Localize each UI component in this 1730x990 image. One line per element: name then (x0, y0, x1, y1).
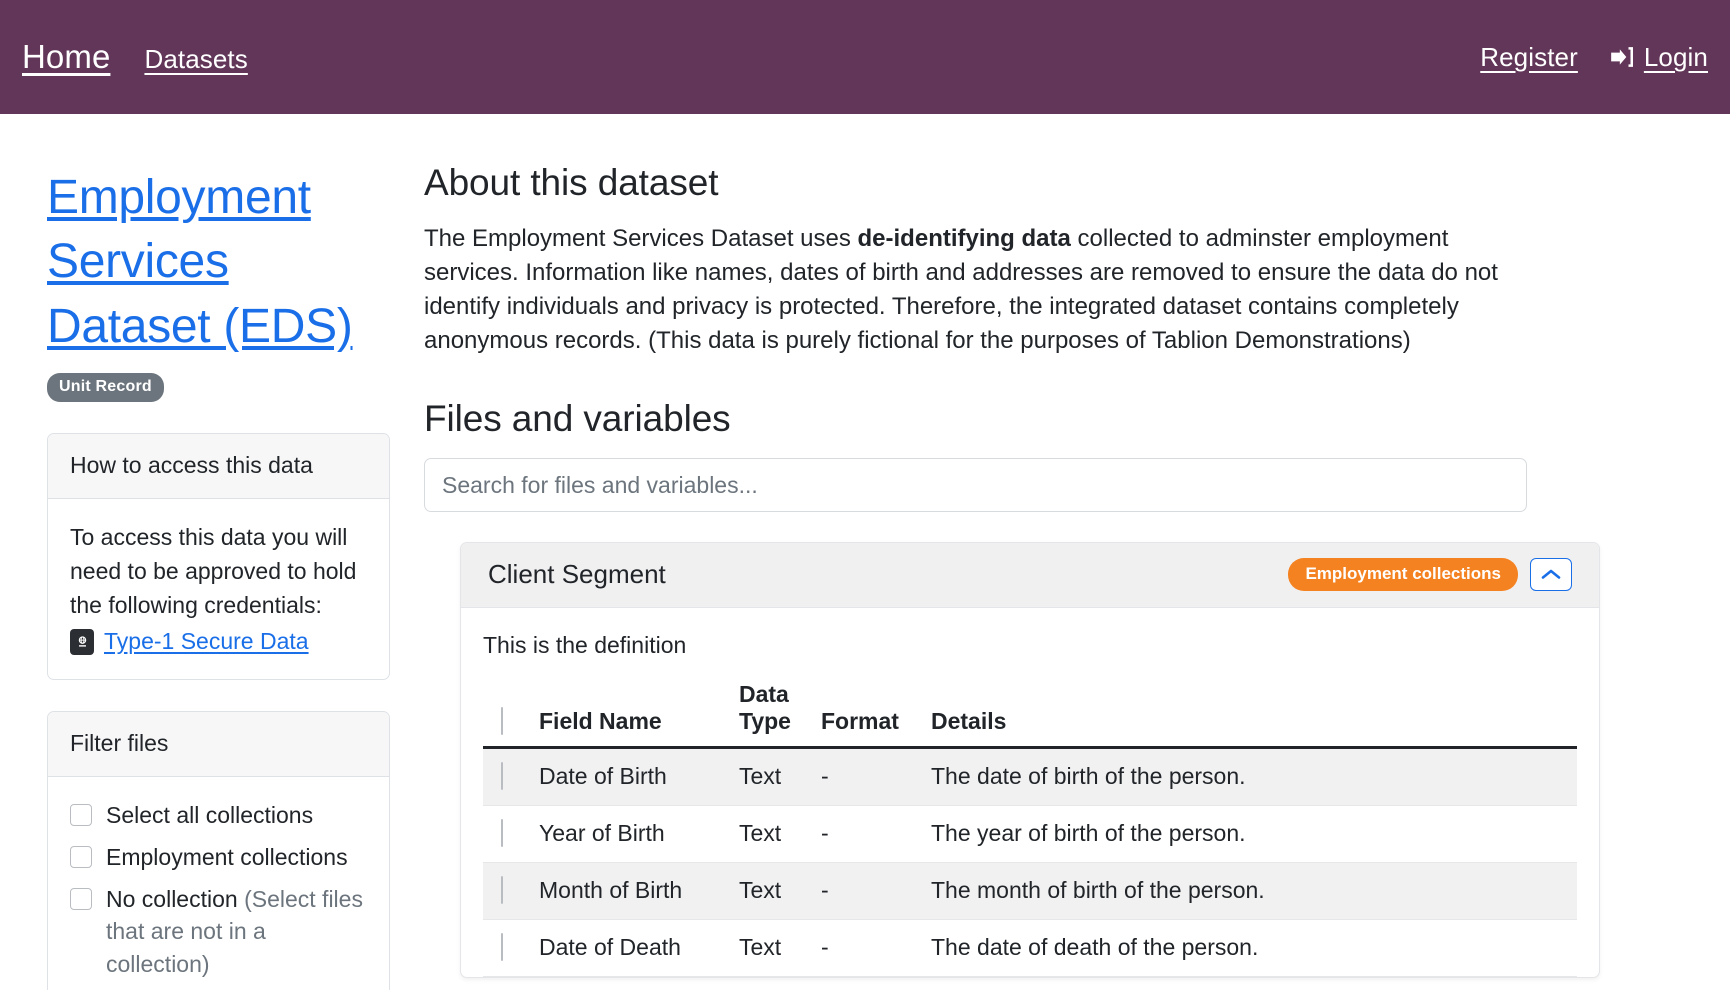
cell-data-type: Text (739, 805, 821, 863)
collection-badge: Employment collections (1288, 558, 1518, 592)
file-card-body: This is the definition Field Name Data T… (461, 608, 1599, 977)
checkbox-select-all-collections[interactable] (70, 804, 92, 827)
file-card-client-segment: Client Segment Employment collections Th… (460, 542, 1600, 978)
credential-row: Type-1 Secure Data (70, 628, 367, 655)
column-header-field-name: Field Name (539, 681, 739, 749)
nav-link-login-label: Login (1643, 41, 1708, 72)
variables-table: Field Name Data Type Format Details Date… (483, 681, 1577, 977)
how-to-access-header: How to access this data (48, 433, 389, 499)
cell-format: - (821, 919, 931, 977)
cell-field-name: Date of Birth (539, 747, 739, 806)
variables-table-body: Date of Birth Text - The date of birth o… (483, 747, 1577, 977)
how-to-access-card: How to access this data To access this d… (47, 432, 390, 681)
filter-option-label: No collection (106, 885, 238, 912)
column-header-data-type: Data Type (739, 681, 821, 749)
nav-link-login[interactable]: Login (1608, 42, 1708, 73)
table-row[interactable]: Date of Death Text - The date of death o… (483, 919, 1577, 977)
sidebar: Employment Services Dataset (EDS) Unit R… (0, 114, 424, 990)
filter-files-card: Filter files Select all collections Empl… (47, 711, 390, 990)
about-text-part1: The Employment Services Dataset uses (424, 225, 858, 252)
filter-option-label: Employment collections (106, 843, 348, 870)
file-card-header-actions: Employment collections (1288, 558, 1572, 592)
cell-data-type: Text (739, 862, 821, 920)
about-dataset-heading: About this dataset (424, 162, 719, 203)
cell-field-name: Year of Birth (539, 805, 739, 863)
checkbox-row[interactable] (501, 761, 503, 790)
how-to-access-body: To access this data you will need to be … (48, 499, 389, 679)
checkbox-row[interactable] (501, 932, 503, 961)
variables-table-head: Field Name Data Type Format Details (483, 681, 1577, 749)
search-input[interactable] (424, 458, 1527, 513)
row-select-cell (483, 862, 539, 920)
cell-details: The date of birth of the person. (931, 747, 1577, 806)
nav-link-datasets[interactable]: Datasets (144, 44, 247, 75)
filter-files-body: Select all collections Employment collec… (48, 777, 389, 990)
file-definition-text: This is the definition (483, 632, 687, 659)
file-card-header: Client Segment Employment collections (461, 543, 1599, 609)
cell-details: The year of birth of the person. (931, 805, 1577, 863)
checkbox-row[interactable] (501, 875, 503, 904)
table-row[interactable]: Date of Birth Text - The date of birth o… (483, 747, 1577, 806)
row-select-cell (483, 919, 539, 977)
nav-link-register[interactable]: Register (1480, 42, 1578, 73)
checkbox-select-all-rows[interactable] (501, 707, 503, 736)
row-select-cell (483, 805, 539, 863)
main-content: About this dataset The Employment Servic… (424, 114, 1730, 990)
filter-option-employment-collections[interactable]: Employment collections (70, 841, 367, 874)
how-to-access-text: To access this data you will need to be … (70, 523, 357, 618)
cell-format: - (821, 805, 931, 863)
dataset-type-badge-wrap: Unit Record (47, 372, 390, 402)
table-row[interactable]: Month of Birth Text - The month of birth… (483, 862, 1577, 920)
file-card-title: Client Segment (488, 559, 666, 590)
checkbox-employment-collections[interactable] (70, 845, 92, 868)
table-header-row: Field Name Data Type Format Details (483, 681, 1577, 749)
page-body: Employment Services Dataset (EDS) Unit R… (0, 114, 1730, 990)
unit-record-badge: Unit Record (47, 372, 164, 402)
checkbox-row[interactable] (501, 818, 503, 847)
cell-data-type: Text (739, 747, 821, 806)
column-header-details: Details (931, 681, 1577, 749)
chevron-up-icon (1541, 570, 1561, 580)
cell-details: The date of death of the person. (931, 919, 1577, 977)
credential-link[interactable]: Type-1 Secure Data (104, 628, 309, 655)
top-navbar: Home Datasets Register Login (0, 0, 1730, 114)
about-text-bold: de-identifying data (857, 225, 1071, 252)
files-and-variables-heading: Files and variables (424, 398, 731, 440)
dataset-title-link[interactable]: Employment Services Dataset (EDS) (47, 166, 390, 359)
cell-format: - (821, 862, 931, 920)
column-header-format: Format (821, 681, 931, 749)
filter-option-label-wrap: No collection (Select files that are not… (106, 883, 367, 981)
filter-option-select-all[interactable]: Select all collections (70, 799, 367, 832)
row-select-cell (483, 747, 539, 806)
navbar-right-links: Register Login (1480, 42, 1708, 73)
passport-icon (70, 628, 94, 655)
table-row[interactable]: Year of Birth Text - The year of birth o… (483, 805, 1577, 863)
sign-in-icon (1611, 47, 1633, 67)
select-all-rows-header (483, 681, 539, 749)
collapse-toggle-button[interactable] (1530, 558, 1572, 592)
cell-details: The month of birth of the person. (931, 862, 1577, 920)
filter-option-no-collection[interactable]: No collection (Select files that are not… (70, 883, 367, 981)
filter-files-header: Filter files (48, 712, 389, 778)
filter-option-label: Select all collections (106, 802, 314, 829)
cell-field-name: Date of Death (539, 919, 739, 977)
cell-field-name: Month of Birth (539, 862, 739, 920)
cell-format: - (821, 747, 931, 806)
nav-link-home[interactable]: Home (22, 38, 110, 76)
about-dataset-paragraph: The Employment Services Dataset uses de-… (424, 222, 1524, 358)
cell-data-type: Text (739, 919, 821, 977)
navbar-left-links: Home Datasets (22, 38, 248, 76)
checkbox-no-collection[interactable] (70, 887, 92, 910)
